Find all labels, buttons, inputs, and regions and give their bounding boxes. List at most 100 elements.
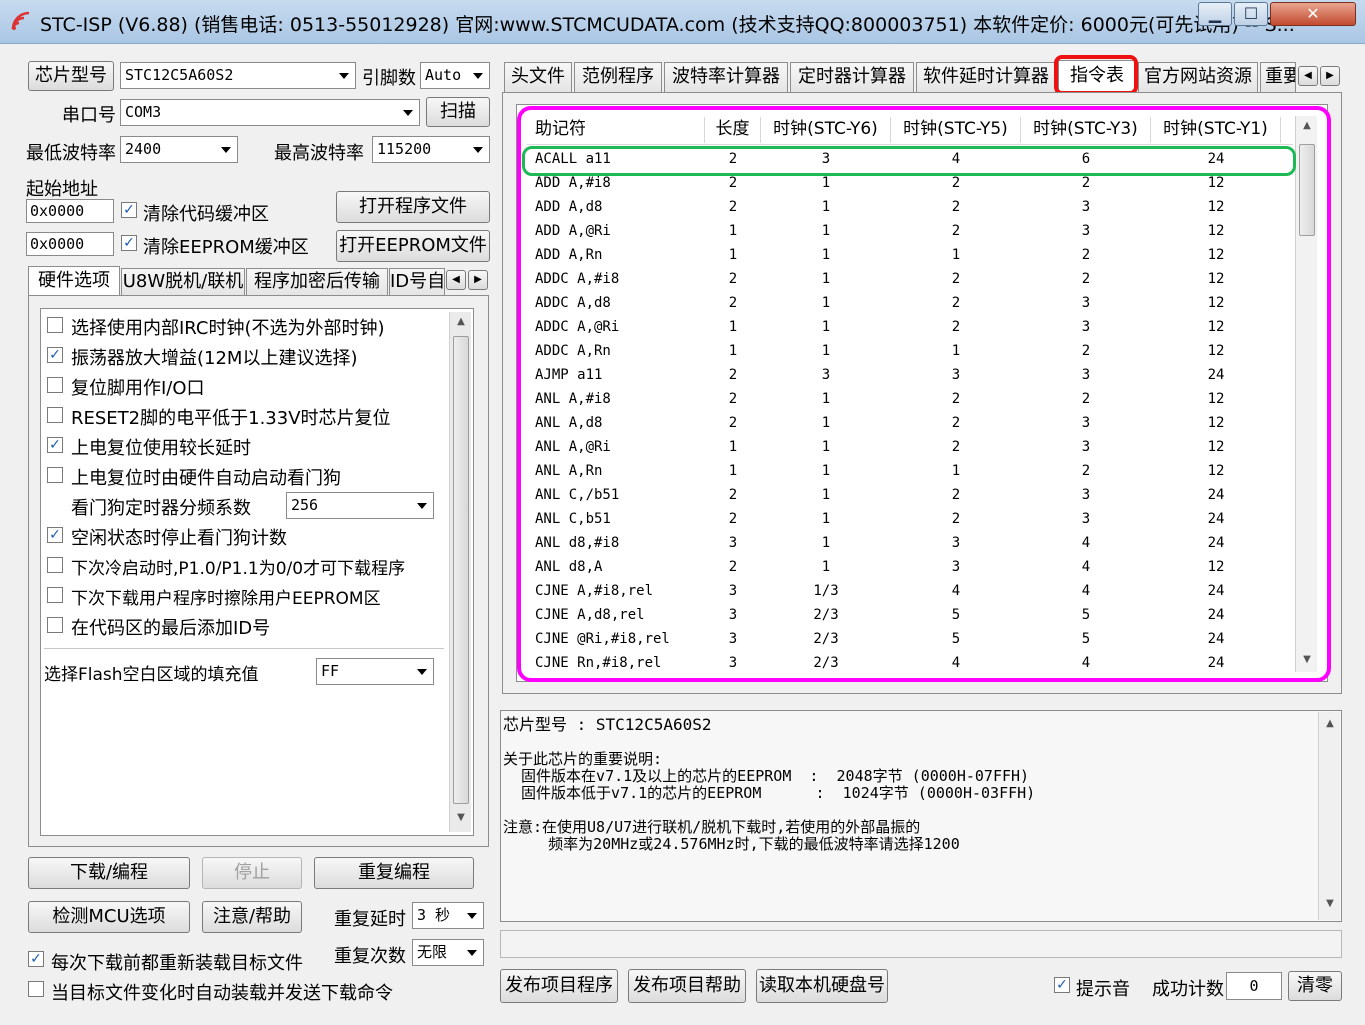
pins-label: 引脚数 — [362, 68, 416, 89]
scroll-thumb[interactable] — [453, 336, 469, 804]
tab-encrypt[interactable]: 程序加密后传输 — [246, 268, 388, 296]
tab-important[interactable]: 重要 — [1260, 62, 1296, 92]
publish-program-button[interactable]: 发布项目程序 — [500, 969, 618, 1003]
minimize-button[interactable]: ▁ — [1198, 2, 1232, 26]
clear-count-button[interactable]: 清零 — [1288, 971, 1342, 1001]
sound-checkbox[interactable]: ✓ — [1054, 977, 1070, 993]
progress-bar — [500, 930, 1342, 958]
code-address-input[interactable]: 0x0000 — [26, 199, 114, 223]
option-checkbox[interactable] — [47, 617, 63, 633]
tab-hardware-options[interactable]: 硬件选项 — [28, 266, 120, 296]
option-checkbox[interactable] — [47, 407, 63, 423]
scroll-down-icon[interactable]: ▼ — [1319, 898, 1341, 909]
success-count-value: 0 — [1226, 972, 1282, 1000]
tab-header-file[interactable]: 头文件 — [504, 62, 572, 92]
close-button[interactable]: ✕ — [1270, 2, 1356, 26]
row-highlight-box — [522, 146, 1296, 176]
chevron-down-icon — [417, 668, 427, 675]
title-bar: STC-ISP (V6.88) (销售电话: 0513-55012928) 官网… — [0, 0, 1365, 44]
wdt-prescaler-select[interactable]: 256 — [286, 492, 434, 519]
flash-fill-select[interactable]: FF — [316, 658, 434, 685]
scroll-down-icon[interactable]: ▼ — [450, 812, 472, 823]
tab-baud-calculator[interactable]: 波特率计算器 — [664, 62, 788, 92]
repeat-count-select[interactable]: 无限 — [412, 939, 484, 966]
options-scrollbar[interactable]: ▲ ▼ — [449, 312, 471, 832]
tab-scroll-right-icon[interactable]: ▶ — [1320, 66, 1340, 86]
scroll-up-icon[interactable]: ▲ — [450, 316, 472, 327]
chip-info-notes: 关于此芯片的重要说明: 固件版本在v7.1及以上的芯片的EEPROM : 204… — [503, 751, 1035, 853]
option-checkbox[interactable]: ✓ — [47, 347, 63, 363]
port-select[interactable]: COM3 — [120, 99, 420, 126]
app-icon — [10, 10, 32, 32]
publish-help-button[interactable]: 发布项目帮助 — [628, 969, 746, 1003]
clear-eeprom-label: 清除EEPROM缓冲区 — [143, 237, 309, 258]
tab-delay-calculator[interactable]: 软件延时计算器 — [916, 62, 1056, 92]
option-checkbox[interactable] — [47, 557, 63, 573]
repeat-delay-label: 重复延时 — [334, 909, 406, 930]
auto-load-label: 当目标文件变化时自动装载并发送下载命令 — [51, 983, 393, 1004]
option-checkbox[interactable]: ✓ — [47, 527, 63, 543]
option-label: 空闲状态时停止看门狗计数 — [71, 528, 287, 549]
clear-code-label: 清除代码缓冲区 — [143, 204, 269, 225]
tab-id[interactable]: ID号自 — [389, 268, 445, 296]
help-button[interactable]: 注意/帮助 — [202, 901, 302, 933]
option-checkbox[interactable] — [47, 587, 63, 603]
option-label: 下次冷启动时,P1.0/P1.1为0/0才可下载程序 — [71, 559, 406, 579]
pins-select[interactable]: Auto — [420, 62, 490, 89]
stop-button[interactable]: 停止 — [202, 857, 302, 889]
tab-examples[interactable]: 范例程序 — [574, 62, 662, 92]
scan-button[interactable]: 扫描 — [426, 97, 490, 127]
pins-value: Auto — [425, 66, 462, 84]
max-baud-select[interactable]: 115200 — [372, 136, 490, 163]
option-checkbox[interactable] — [47, 317, 63, 333]
eeprom-address-input[interactable]: 0x0000 — [26, 232, 114, 256]
tab-scroll-left-icon[interactable]: ◀ — [446, 270, 466, 290]
reload-checkbox[interactable]: ✓ — [28, 951, 44, 967]
start-address-label: 起始地址 — [26, 179, 98, 200]
auto-load-checkbox[interactable] — [28, 981, 44, 997]
sound-label: 提示音 — [1076, 979, 1130, 1000]
chevron-down-icon — [473, 146, 483, 153]
detect-mcu-button[interactable]: 检测MCU选项 — [28, 901, 190, 933]
chip-info-panel: 芯片型号 : STC12C5A60S2 关于此芯片的重要说明: 固件版本在v7.… — [500, 710, 1342, 922]
flash-fill-value: FF — [321, 662, 340, 680]
option-checkbox[interactable] — [47, 377, 63, 393]
chip-info-text — [503, 802, 1035, 819]
max-baud-value: 115200 — [377, 140, 432, 158]
repeat-count-label: 重复次数 — [334, 946, 406, 967]
tab-timer-calculator[interactable]: 定时器计算器 — [790, 62, 914, 92]
chevron-down-icon — [339, 72, 349, 79]
chip-info-text: 固件版本在v7.1及以上的芯片的EEPROM : 2048字节 (0000H-0… — [503, 767, 1030, 785]
chip-model-value: STC12C5A60S2 — [125, 66, 234, 84]
scroll-up-icon[interactable]: ▲ — [1319, 718, 1341, 729]
maximize-button[interactable]: ☐ — [1234, 2, 1268, 26]
min-baud-value: 2400 — [125, 140, 162, 158]
min-baud-select[interactable]: 2400 — [120, 136, 238, 163]
min-baud-label: 最低波特率 — [26, 143, 116, 164]
chip-model-button[interactable]: 芯片型号 — [28, 61, 114, 91]
port-label: 串口号 — [62, 105, 116, 126]
tab-website-resources[interactable]: 官方网站资源 — [1138, 62, 1258, 92]
tab-scroll-left-icon[interactable]: ◀ — [1298, 66, 1318, 86]
chip-model-select[interactable]: STC12C5A60S2 — [120, 62, 356, 89]
read-disk-id-button[interactable]: 读取本机硬盘号 — [756, 969, 888, 1003]
chevron-down-icon — [403, 109, 413, 116]
tab-u8w[interactable]: U8W脱机/联机 — [121, 268, 245, 296]
repeat-delay-select[interactable]: 3 秒 — [412, 902, 484, 929]
info-scrollbar[interactable]: ▲ ▼ — [1318, 712, 1340, 920]
option-checkbox[interactable] — [47, 467, 63, 483]
open-program-button[interactable]: 打开程序文件 — [336, 191, 490, 223]
download-program-button[interactable]: 下载/编程 — [28, 857, 190, 889]
option-checkbox[interactable]: ✓ — [47, 437, 63, 453]
active-tab-highlight — [1054, 55, 1138, 95]
success-count-label: 成功计数 — [1152, 979, 1224, 1000]
clear-eeprom-checkbox[interactable]: ✓ — [121, 235, 137, 251]
reprogram-button[interactable]: 重复编程 — [314, 857, 474, 889]
max-baud-label: 最高波特率 — [274, 143, 364, 164]
tab-scroll-right-icon[interactable]: ▶ — [468, 270, 488, 290]
option-label: 复位脚用作I/O口 — [71, 378, 205, 399]
chevron-down-icon — [221, 146, 231, 153]
option-label: 选择使用内部IRC时钟(不选为外部时钟) — [71, 318, 385, 339]
open-eeprom-button[interactable]: 打开EEPROM文件 — [336, 230, 490, 262]
clear-code-checkbox[interactable]: ✓ — [121, 202, 137, 218]
